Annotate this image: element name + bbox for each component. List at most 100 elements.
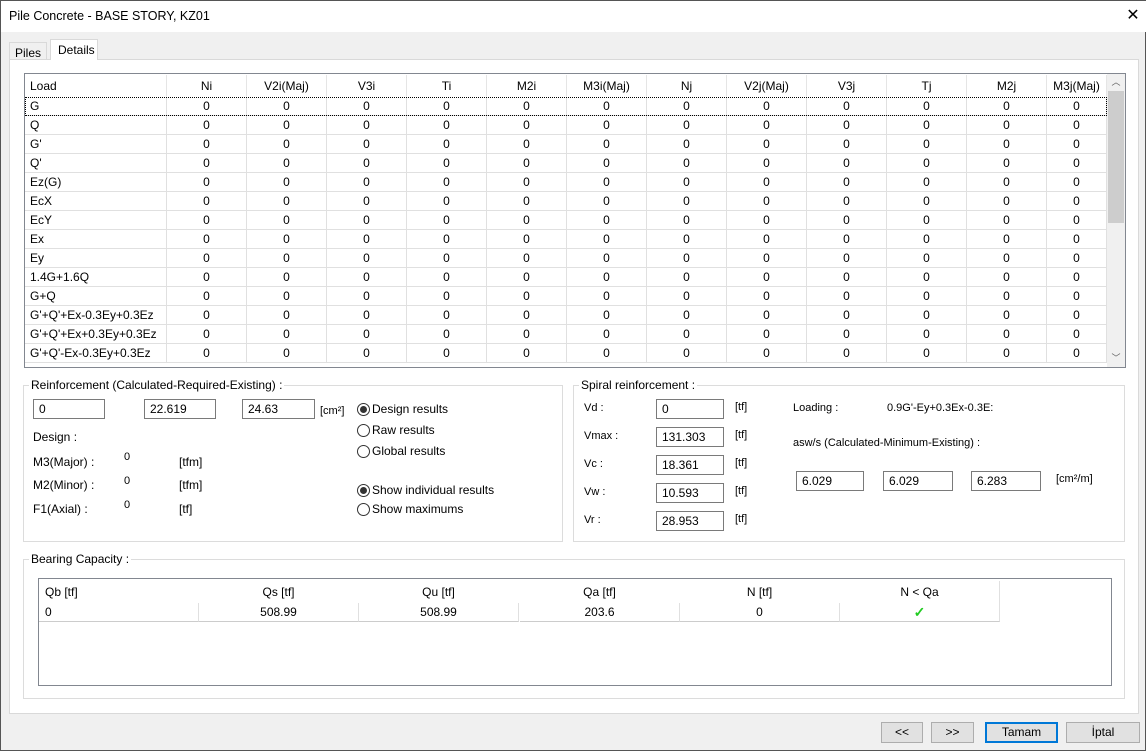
tab-details[interactable]: Details [50, 39, 98, 60]
row-load-name[interactable]: G'+Q'+Ex-0.3Ey+0.3Ez [25, 306, 167, 325]
row-value[interactable]: 0 [407, 230, 487, 249]
row-value[interactable]: 0 [727, 97, 807, 116]
row-load-name[interactable]: G'+Q'+Ex+0.3Ey+0.3Ez [25, 325, 167, 344]
row-value[interactable]: 0 [887, 287, 967, 306]
row-value[interactable]: 0 [487, 287, 567, 306]
row-value[interactable]: 0 [407, 287, 487, 306]
row-value[interactable]: 0 [247, 192, 327, 211]
row-value[interactable]: 0 [647, 135, 727, 154]
row-value[interactable]: 0 [487, 211, 567, 230]
column-header[interactable]: Ni [167, 75, 247, 97]
row-value[interactable]: 0 [567, 116, 647, 135]
row-value[interactable]: 0 [327, 173, 407, 192]
row-value[interactable]: 0 [807, 230, 887, 249]
row-value[interactable]: 0 [647, 230, 727, 249]
radio-show-maximums[interactable]: Show maximums [357, 502, 463, 516]
row-value[interactable]: 0 [167, 173, 247, 192]
row-value[interactable]: 0 [807, 306, 887, 325]
row-value[interactable]: 0 [807, 344, 887, 363]
row-value[interactable]: 0 [647, 173, 727, 192]
row-value[interactable]: 0 [247, 230, 327, 249]
row-value[interactable]: 0 [727, 192, 807, 211]
row-value[interactable]: 0 [567, 154, 647, 173]
row-value[interactable]: 0 [327, 287, 407, 306]
column-header[interactable]: Tj [887, 75, 967, 97]
row-value[interactable]: 0 [487, 97, 567, 116]
row-value[interactable]: 0 [167, 135, 247, 154]
radio-show-individual[interactable]: Show individual results [357, 483, 494, 497]
row-value[interactable]: 0 [247, 173, 327, 192]
row-value[interactable]: 0 [887, 154, 967, 173]
row-value[interactable]: 0 [247, 249, 327, 268]
row-value[interactable]: 0 [1047, 344, 1107, 363]
row-value[interactable]: 0 [1047, 249, 1107, 268]
row-value[interactable]: 0 [967, 249, 1047, 268]
row-value[interactable]: 0 [407, 306, 487, 325]
spiral-value-field[interactable]: 28.953 [656, 511, 724, 531]
row-value[interactable]: 0 [807, 287, 887, 306]
row-value[interactable]: 0 [327, 192, 407, 211]
row-value[interactable]: 0 [967, 325, 1047, 344]
row-value[interactable]: 0 [247, 154, 327, 173]
row-value[interactable]: 0 [407, 325, 487, 344]
ok-button[interactable]: Tamam [985, 722, 1058, 743]
row-value[interactable]: 0 [967, 287, 1047, 306]
row-value[interactable]: 0 [327, 344, 407, 363]
row-value[interactable]: 0 [167, 344, 247, 363]
row-value[interactable]: 0 [487, 116, 567, 135]
previous-button[interactable]: << [881, 722, 923, 743]
row-value[interactable]: 0 [887, 116, 967, 135]
row-load-name[interactable]: EcX [25, 192, 167, 211]
row-load-name[interactable]: Q [25, 116, 167, 135]
row-value[interactable]: 0 [887, 97, 967, 116]
row-value[interactable]: 0 [1047, 154, 1107, 173]
row-value[interactable]: 0 [967, 116, 1047, 135]
row-value[interactable]: 0 [167, 211, 247, 230]
row-value[interactable]: 0 [407, 135, 487, 154]
row-value[interactable]: 0 [247, 344, 327, 363]
spiral-value-field[interactable]: 131.303 [656, 427, 724, 447]
row-value[interactable]: 0 [887, 249, 967, 268]
row-value[interactable]: 0 [407, 154, 487, 173]
row-value[interactable]: 0 [647, 154, 727, 173]
row-value[interactable]: 0 [887, 135, 967, 154]
row-load-name[interactable]: G' [25, 135, 167, 154]
calculated-area-field[interactable]: 0 [33, 399, 105, 419]
row-value[interactable]: 0 [807, 97, 887, 116]
row-value[interactable]: 0 [1047, 116, 1107, 135]
row-value[interactable]: 0 [327, 211, 407, 230]
column-header[interactable]: M3i(Maj) [567, 75, 647, 97]
row-value[interactable]: 0 [247, 211, 327, 230]
row-value[interactable]: 0 [487, 344, 567, 363]
row-value[interactable]: 0 [887, 192, 967, 211]
row-value[interactable]: 0 [167, 192, 247, 211]
row-value[interactable]: 0 [327, 325, 407, 344]
row-value[interactable]: 0 [167, 287, 247, 306]
row-value[interactable]: 0 [1047, 192, 1107, 211]
row-value[interactable]: 0 [247, 135, 327, 154]
row-value[interactable]: 0 [1047, 211, 1107, 230]
row-value[interactable]: 0 [247, 97, 327, 116]
row-value[interactable]: 0 [967, 211, 1047, 230]
row-value[interactable]: 0 [807, 268, 887, 287]
column-header[interactable]: M2i [487, 75, 567, 97]
row-value[interactable]: 0 [487, 192, 567, 211]
row-value[interactable]: 0 [247, 287, 327, 306]
row-value[interactable]: 0 [327, 306, 407, 325]
row-value[interactable]: 0 [567, 325, 647, 344]
asw-existing-field[interactable]: 6.283 [971, 471, 1041, 491]
row-value[interactable]: 0 [567, 249, 647, 268]
row-value[interactable]: 0 [247, 116, 327, 135]
row-value[interactable]: 0 [647, 249, 727, 268]
row-value[interactable]: 0 [887, 306, 967, 325]
row-value[interactable]: 0 [887, 230, 967, 249]
row-value[interactable]: 0 [327, 230, 407, 249]
row-value[interactable]: 0 [567, 192, 647, 211]
row-load-name[interactable]: G+Q [25, 287, 167, 306]
row-value[interactable]: 0 [967, 173, 1047, 192]
row-value[interactable]: 0 [407, 211, 487, 230]
spiral-value-field[interactable]: 0 [656, 399, 724, 419]
row-value[interactable]: 0 [1047, 306, 1107, 325]
row-value[interactable]: 0 [327, 154, 407, 173]
row-value[interactable]: 0 [407, 116, 487, 135]
